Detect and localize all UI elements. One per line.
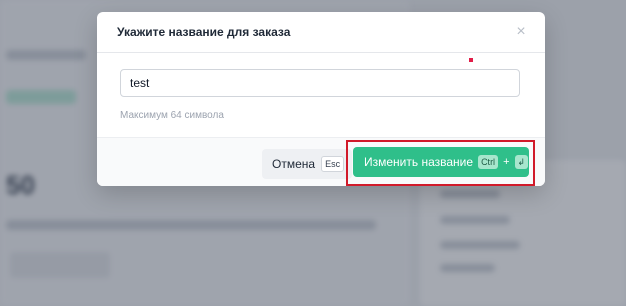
rename-label: Изменить название [364, 155, 474, 169]
ctrl-shortcut: Ctrl [478, 155, 499, 169]
cursor-marker [469, 58, 473, 62]
order-name-input[interactable] [121, 70, 519, 96]
cancel-label: Отмена [272, 157, 316, 171]
dialog-header: Укажите название для заказа × [97, 12, 545, 53]
esc-shortcut: Esc [321, 156, 345, 172]
plus-sign: + [503, 156, 510, 168]
max-length-hint: Максимум 64 символа [120, 110, 224, 121]
order-name-field[interactable] [120, 69, 520, 97]
close-icon[interactable]: × [511, 22, 531, 42]
cancel-button[interactable]: Отмена Esc [262, 149, 353, 179]
enter-icon: ↲ [514, 155, 529, 169]
rename-button[interactable]: Изменить название Ctrl + ↲ [353, 147, 529, 177]
dialog-title: Укажите название для заказа [117, 25, 291, 39]
